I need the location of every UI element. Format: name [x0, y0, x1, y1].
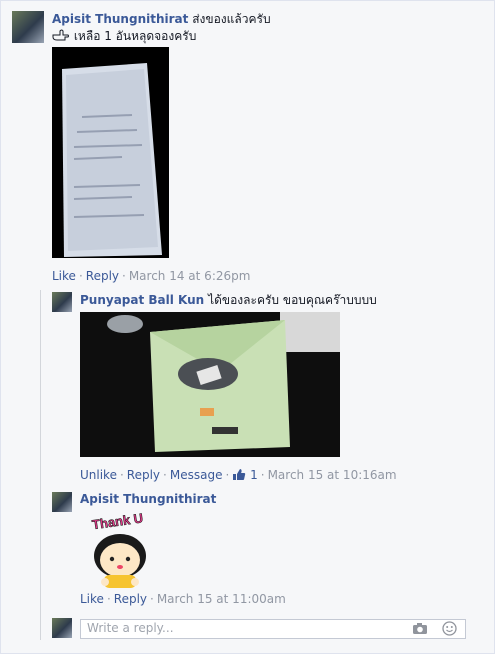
- timestamp[interactable]: March 14 at 6:26pm: [129, 269, 251, 283]
- envelope-photo[interactable]: [80, 312, 340, 457]
- author-name[interactable]: Punyapat Ball Kun: [80, 293, 204, 307]
- avatar[interactable]: [52, 492, 72, 512]
- avatar: [52, 618, 72, 638]
- comment-actions: Unlike · Reply · Message · 1 · March 15 at 10:1…: [80, 468, 397, 484]
- avatar[interactable]: [52, 292, 72, 312]
- comment-actions: Like · Reply · March 14 at 6:26pm: [52, 269, 251, 283]
- comment-subtext: เหลือ 1 อันหลุดจองครับ: [52, 27, 196, 46]
- receipt-photo[interactable]: [52, 47, 169, 258]
- sticker[interactable]: Thank U: [86, 510, 156, 590]
- comment-text: ได้ของละครับ ขอบคุณคร๊าบบบบ: [208, 293, 377, 307]
- pointing-hand-icon: [52, 28, 70, 45]
- comment-header: Punyapat Ball Kun ได้ของละครับ ขอบคุณคร๊…: [80, 291, 377, 310]
- author-name[interactable]: Apisit Thungnithirat: [52, 12, 188, 26]
- reply-thread-line: [40, 290, 41, 640]
- camera-icon[interactable]: [412, 622, 428, 638]
- like-link[interactable]: Like: [52, 269, 76, 283]
- reply-link[interactable]: Reply: [127, 468, 160, 482]
- timestamp[interactable]: March 15 at 10:16am: [268, 468, 397, 482]
- comment-header: Apisit Thungnithirat: [80, 492, 216, 506]
- comment-actions: Like · Reply · March 15 at 11:00am: [80, 592, 286, 606]
- reply-link[interactable]: Reply: [86, 269, 119, 283]
- like-link[interactable]: Like: [80, 592, 104, 606]
- timestamp[interactable]: March 15 at 11:00am: [157, 592, 286, 606]
- reply-box: [80, 619, 466, 639]
- author-name[interactable]: Apisit Thungnithirat: [80, 492, 216, 506]
- message-link[interactable]: Message: [170, 468, 223, 482]
- avatar[interactable]: [12, 11, 44, 43]
- comment-subtext-text: เหลือ 1 อันหลุดจองครับ: [73, 29, 197, 43]
- comment-text: ส่งของแล้วครับ: [192, 12, 271, 26]
- unlike-link[interactable]: Unlike: [80, 468, 117, 482]
- reply-input[interactable]: [81, 620, 413, 636]
- thumbs-up-icon[interactable]: [232, 468, 246, 484]
- emoji-icon[interactable]: [442, 621, 457, 639]
- reply-link[interactable]: Reply: [114, 592, 147, 606]
- sticker-text: Thank U: [91, 512, 144, 532]
- like-count[interactable]: 1: [250, 468, 258, 482]
